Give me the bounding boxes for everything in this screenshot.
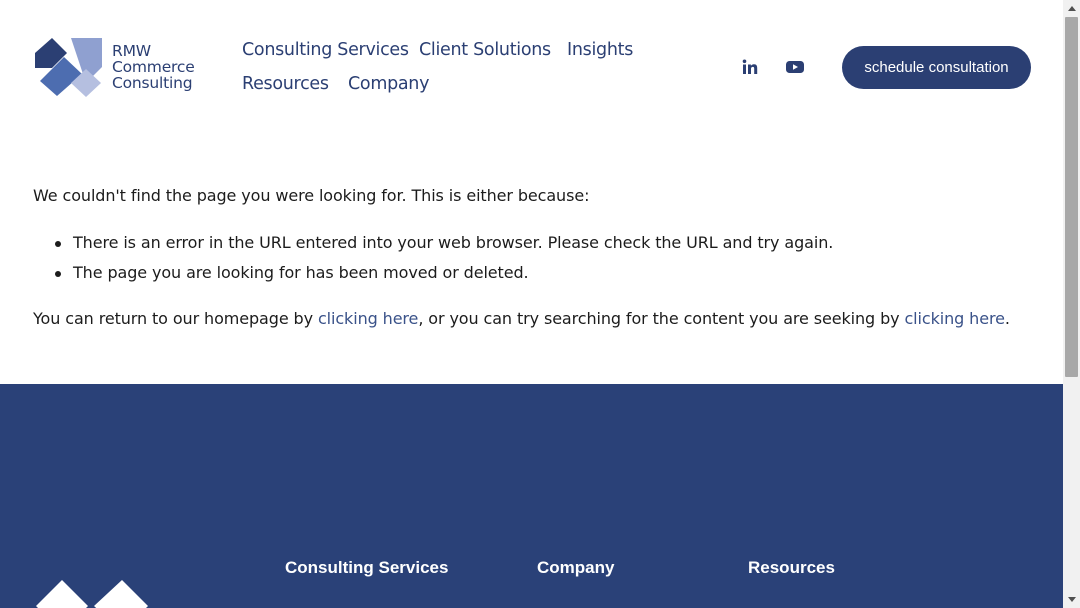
- return-suffix: .: [1004, 309, 1010, 328]
- list-item: The page you are looking for has been mo…: [53, 263, 833, 293]
- linkedin-icon: [742, 59, 758, 74]
- logo-wordmark: RMW Commerce Consulting: [112, 43, 195, 91]
- nav-client-solutions[interactable]: Client Solutions: [419, 40, 551, 60]
- homepage-link[interactable]: clicking here: [318, 309, 418, 328]
- list-item: There is an error in the URL entered int…: [53, 233, 833, 263]
- vertical-scrollbar[interactable]: [1063, 0, 1080, 608]
- search-link[interactable]: clicking here: [904, 309, 1004, 328]
- page: RMW Commerce Consulting Consulting Servi…: [0, 0, 1063, 608]
- logo-line-3: Consulting: [112, 74, 193, 92]
- intro-text: We couldn't find the page you were looki…: [33, 186, 590, 205]
- return-middle: , or you can try searching for the conte…: [418, 309, 905, 328]
- site-logo[interactable]: RMW Commerce Consulting: [35, 37, 195, 97]
- nav-company[interactable]: Company: [348, 74, 429, 94]
- nav-consulting-services[interactable]: Consulting Services: [242, 40, 409, 60]
- footer-heading-company: Company: [537, 558, 615, 577]
- return-text: You can return to our homepage by clicki…: [33, 309, 1010, 328]
- reasons-list: There is an error in the URL entered int…: [53, 233, 833, 293]
- schedule-consultation-button[interactable]: schedule consultation: [842, 46, 1031, 89]
- logo-mark-icon: [35, 38, 102, 97]
- logo-line-1: RMW: [112, 42, 151, 60]
- footer-logo-icon: [36, 580, 148, 608]
- youtube-icon: [786, 61, 804, 73]
- scroll-down-arrow-icon[interactable]: [1063, 591, 1080, 608]
- site-footer: Consulting Services Company Resources: [0, 384, 1063, 608]
- return-prefix: You can return to our homepage by: [33, 309, 318, 328]
- logo-line-2: Commerce: [112, 58, 195, 76]
- scroll-up-arrow-icon[interactable]: [1063, 0, 1080, 17]
- nav-insights[interactable]: Insights: [567, 40, 633, 60]
- footer-heading-resources: Resources: [748, 558, 835, 577]
- footer-heading-consulting-services: Consulting Services: [285, 558, 449, 577]
- linkedin-link[interactable]: [740, 57, 760, 77]
- nav-resources[interactable]: Resources: [242, 74, 329, 94]
- scrollbar-thumb[interactable]: [1065, 17, 1078, 377]
- youtube-link[interactable]: [785, 57, 805, 77]
